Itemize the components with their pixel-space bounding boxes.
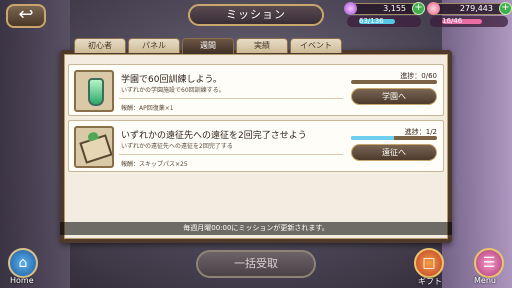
mission-card: いずれかの遠征先への遠征を2回完了させよう いずれかの遠征先への遠征を2回完了す… <box>68 120 444 172</box>
add-gem-button[interactable]: + <box>412 2 425 15</box>
gem-counter: 3,155 + <box>344 2 425 15</box>
secondary-meter: 16/46 <box>430 16 508 27</box>
tab-achievements[interactable]: 実績 <box>236 38 288 53</box>
skip-pass-icon <box>79 134 112 164</box>
go-to-academy-button[interactable]: 学園へ <box>351 88 437 105</box>
progress-bar <box>351 80 437 84</box>
progress-bar <box>351 136 437 140</box>
heart-gem-icon <box>427 2 440 15</box>
tab-beginner[interactable]: 初心者 <box>74 38 126 53</box>
potion-icon <box>88 78 104 106</box>
mission-description: いずれかの学園施設で60回訓練する。 <box>121 87 225 94</box>
mission-reward: 報酬：AP回復薬×1 <box>121 105 174 112</box>
add-heart-gem-button[interactable]: + <box>499 2 512 15</box>
home-icon: ⌂ <box>18 255 28 271</box>
divider <box>119 154 343 155</box>
gift-icon: □ <box>422 255 436 271</box>
weekly-reset-notice: 毎週月曜00:00にミッションが更新されます。 <box>60 222 452 235</box>
mission-title: 学園で60回訓練しよう。 <box>121 75 222 85</box>
mission-tabs: 初心者 パネル 週間 実績 イベント <box>74 38 342 54</box>
reward-icon-frame <box>74 126 114 168</box>
gift-button[interactable]: □ <box>414 248 444 278</box>
home-button[interactable]: ⌂ <box>8 248 38 278</box>
reward-icon-frame <box>74 70 114 112</box>
tab-panel[interactable]: パネル <box>128 38 180 53</box>
gem-count: 3,155 <box>383 4 406 13</box>
go-to-expedition-button[interactable]: 遠征へ <box>351 144 437 161</box>
secondary-label: 16/46 <box>442 17 463 25</box>
gem-icon <box>344 2 357 15</box>
back-arrow-icon: ↩ <box>18 4 34 25</box>
mission-reward: 報酬：スキップパス×25 <box>121 161 188 168</box>
stamina-meter: 63/136 <box>347 16 421 27</box>
page-title: ミッション <box>188 4 324 26</box>
bulk-receive-button[interactable]: 一括受取 <box>196 250 316 278</box>
tab-event[interactable]: イベント <box>290 38 342 53</box>
background-right <box>442 0 512 288</box>
heart-gem-counter: 279,443 + <box>427 2 512 15</box>
stamina-label: 63/136 <box>359 17 384 25</box>
mission-description: いずれかの遠征先への遠征を2回完了する <box>121 143 233 150</box>
home-label: Home <box>10 276 34 285</box>
menu-button[interactable]: ☰ <box>474 248 504 278</box>
back-button[interactable]: ↩ <box>6 4 46 28</box>
mission-card: 学園で60回訓練しよう。 いずれかの学園施設で60回訓練する。 報酬：AP回復薬… <box>68 64 444 116</box>
tab-weekly[interactable]: 週間 <box>182 38 234 54</box>
gift-label: ギフト <box>418 277 442 286</box>
progress-fill <box>351 136 394 140</box>
divider <box>119 98 343 99</box>
heart-gem-count: 279,443 <box>459 4 493 13</box>
menu-icon: ☰ <box>482 255 496 271</box>
menu-label: Menu <box>474 276 496 285</box>
mission-title: いずれかの遠征先への遠征を2回完了させよう <box>121 131 307 141</box>
